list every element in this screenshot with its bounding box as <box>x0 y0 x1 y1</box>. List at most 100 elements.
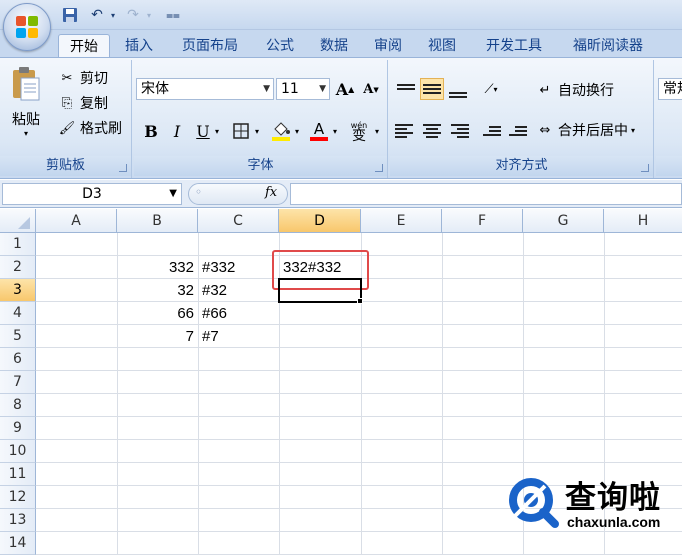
cell-c4[interactable]: #66 <box>198 302 279 325</box>
redo-dropdown-icon[interactable]: ▾ <box>144 5 154 25</box>
tab-foxit-reader[interactable]: 福昕阅读器 <box>560 34 656 58</box>
clipboard-group-label: 剪贴板 <box>0 156 131 176</box>
select-all-corner[interactable] <box>0 209 36 233</box>
save-icon[interactable] <box>60 5 80 25</box>
font-name-combo[interactable]: 宋体 ▼ <box>136 78 274 100</box>
redo-icon[interactable]: ↷ <box>122 5 144 25</box>
phonetic-dropdown-icon[interactable]: ▾ <box>372 120 382 142</box>
align-bottom-button[interactable] <box>446 78 470 100</box>
row-header-8[interactable]: 8 <box>0 394 36 417</box>
underline-dropdown-icon[interactable]: ▾ <box>212 120 222 142</box>
row-header-9[interactable]: 9 <box>0 417 36 440</box>
row-header-7[interactable]: 7 <box>0 371 36 394</box>
paste-button[interactable]: 粘贴 ▾ <box>6 66 46 146</box>
wrap-text-button[interactable]: ↵ 自动换行 <box>536 80 614 100</box>
copy-label: 复制 <box>80 96 108 112</box>
column-header-a[interactable]: A <box>36 209 117 233</box>
clipboard-launcher-icon[interactable] <box>119 164 127 172</box>
tab-developer[interactable]: 开发工具 <box>474 34 554 58</box>
borders-button[interactable] <box>230 120 252 142</box>
row-header-11[interactable]: 11 <box>0 463 36 486</box>
font-launcher-icon[interactable] <box>375 164 383 172</box>
wrap-text-label: 自动换行 <box>558 83 614 99</box>
column-header-b[interactable]: B <box>117 209 198 233</box>
format-painter-button[interactable]: 🖌 格式刷 <box>58 118 122 138</box>
merge-dropdown-icon[interactable]: ▾ <box>631 126 635 135</box>
cell-b2[interactable]: 332 <box>117 256 198 279</box>
font-size-combo[interactable]: 11 ▼ <box>276 78 330 100</box>
active-cell-d3[interactable] <box>278 278 362 303</box>
merge-center-label: 合并后居中 <box>558 123 628 139</box>
formula-input[interactable] <box>290 183 682 205</box>
align-right-button[interactable] <box>446 120 470 142</box>
cell-c5[interactable]: #7 <box>198 325 279 348</box>
tab-review[interactable]: 审阅 <box>364 34 412 58</box>
shrink-font-button[interactable]: A ▼ <box>360 78 382 100</box>
align-middle-button[interactable] <box>420 78 444 100</box>
name-box-dropdown-icon[interactable]: ▼ <box>169 184 177 204</box>
font-size-value: 11 <box>281 81 299 97</box>
customize-toolbar-icon[interactable]: ⩵ <box>166 5 180 25</box>
cell-b3[interactable]: 32 <box>117 279 198 302</box>
copy-button[interactable]: ⎘ 复制 <box>58 93 108 113</box>
name-box[interactable]: D3 ▼ <box>2 183 182 205</box>
increase-indent-button[interactable] <box>504 120 528 142</box>
paste-dropdown-icon[interactable]: ▾ <box>6 129 46 138</box>
tab-home[interactable]: 开始 <box>58 34 110 58</box>
paste-label: 粘贴 <box>12 112 40 128</box>
row-header-4[interactable]: 4 <box>0 302 36 325</box>
column-header-g[interactable]: G <box>523 209 604 233</box>
alignment-launcher-icon[interactable] <box>641 164 649 172</box>
undo-dropdown-icon[interactable]: ▾ <box>108 5 118 25</box>
tab-page-layout[interactable]: 页面布局 <box>170 34 250 58</box>
cell-c3[interactable]: #32 <box>198 279 279 302</box>
tab-data[interactable]: 数据 <box>310 34 358 58</box>
undo-icon[interactable]: ↶ <box>86 5 108 25</box>
office-button[interactable] <box>3 3 51 51</box>
decrease-indent-button[interactable] <box>478 120 502 142</box>
grid-line <box>36 462 682 463</box>
phonetic-guide-button[interactable]: wén 变 <box>346 120 372 143</box>
font-color-dropdown-icon[interactable]: ▾ <box>330 120 340 142</box>
cell-b5[interactable]: 7 <box>117 325 198 348</box>
underline-button[interactable]: U <box>192 120 214 142</box>
tab-insert[interactable]: 插入 <box>114 34 164 58</box>
row-header-5[interactable]: 5 <box>0 325 36 348</box>
grow-font-button[interactable]: A ▲ <box>334 78 356 100</box>
borders-dropdown-icon[interactable]: ▾ <box>252 120 262 142</box>
tab-formulas[interactable]: 公式 <box>256 34 304 58</box>
column-header-f[interactable]: F <box>442 209 523 233</box>
fill-color-button[interactable] <box>270 120 292 142</box>
row-header-2[interactable]: 2 <box>0 256 36 279</box>
merge-center-button[interactable]: ⇔ 合并后居中 ▾ <box>536 120 635 140</box>
row-header-13[interactable]: 13 <box>0 509 36 532</box>
name-box-value: D3 <box>82 186 102 202</box>
insert-function-button[interactable]: fx <box>265 185 277 200</box>
row-header-12[interactable]: 12 <box>0 486 36 509</box>
align-left-button[interactable] <box>394 120 418 142</box>
row-header-3[interactable]: 3 <box>0 279 36 302</box>
align-top-button[interactable] <box>394 78 418 100</box>
fill-color-dropdown-icon[interactable]: ▾ <box>292 120 302 142</box>
row-header-10[interactable]: 10 <box>0 440 36 463</box>
font-color-button[interactable]: A <box>308 120 330 142</box>
column-header-c[interactable]: C <box>198 209 279 233</box>
column-header-h[interactable]: H <box>604 209 682 233</box>
row-header-14[interactable]: 14 <box>0 532 36 555</box>
number-format-combo[interactable]: 常规 <box>658 78 682 100</box>
column-header-d[interactable]: D <box>279 209 361 233</box>
bold-button[interactable]: B <box>140 120 162 142</box>
align-center-button[interactable] <box>420 120 444 142</box>
cut-button[interactable]: ✂ 剪切 <box>58 68 108 88</box>
orientation-button[interactable]: ⟋ ▾ <box>476 78 506 100</box>
row-header-6[interactable]: 6 <box>0 348 36 371</box>
tab-view[interactable]: 视图 <box>418 34 466 58</box>
column-header-e[interactable]: E <box>361 209 442 233</box>
formula-bar-handle-icon[interactable]: ◦ <box>195 185 202 199</box>
cell-b4[interactable]: 66 <box>117 302 198 325</box>
cell-c2[interactable]: #332 <box>198 256 279 279</box>
font-group-label: 字体 <box>134 156 387 176</box>
fill-handle[interactable] <box>357 298 363 304</box>
row-header-1[interactable]: 1 <box>0 233 36 256</box>
italic-button[interactable]: I <box>166 120 188 142</box>
